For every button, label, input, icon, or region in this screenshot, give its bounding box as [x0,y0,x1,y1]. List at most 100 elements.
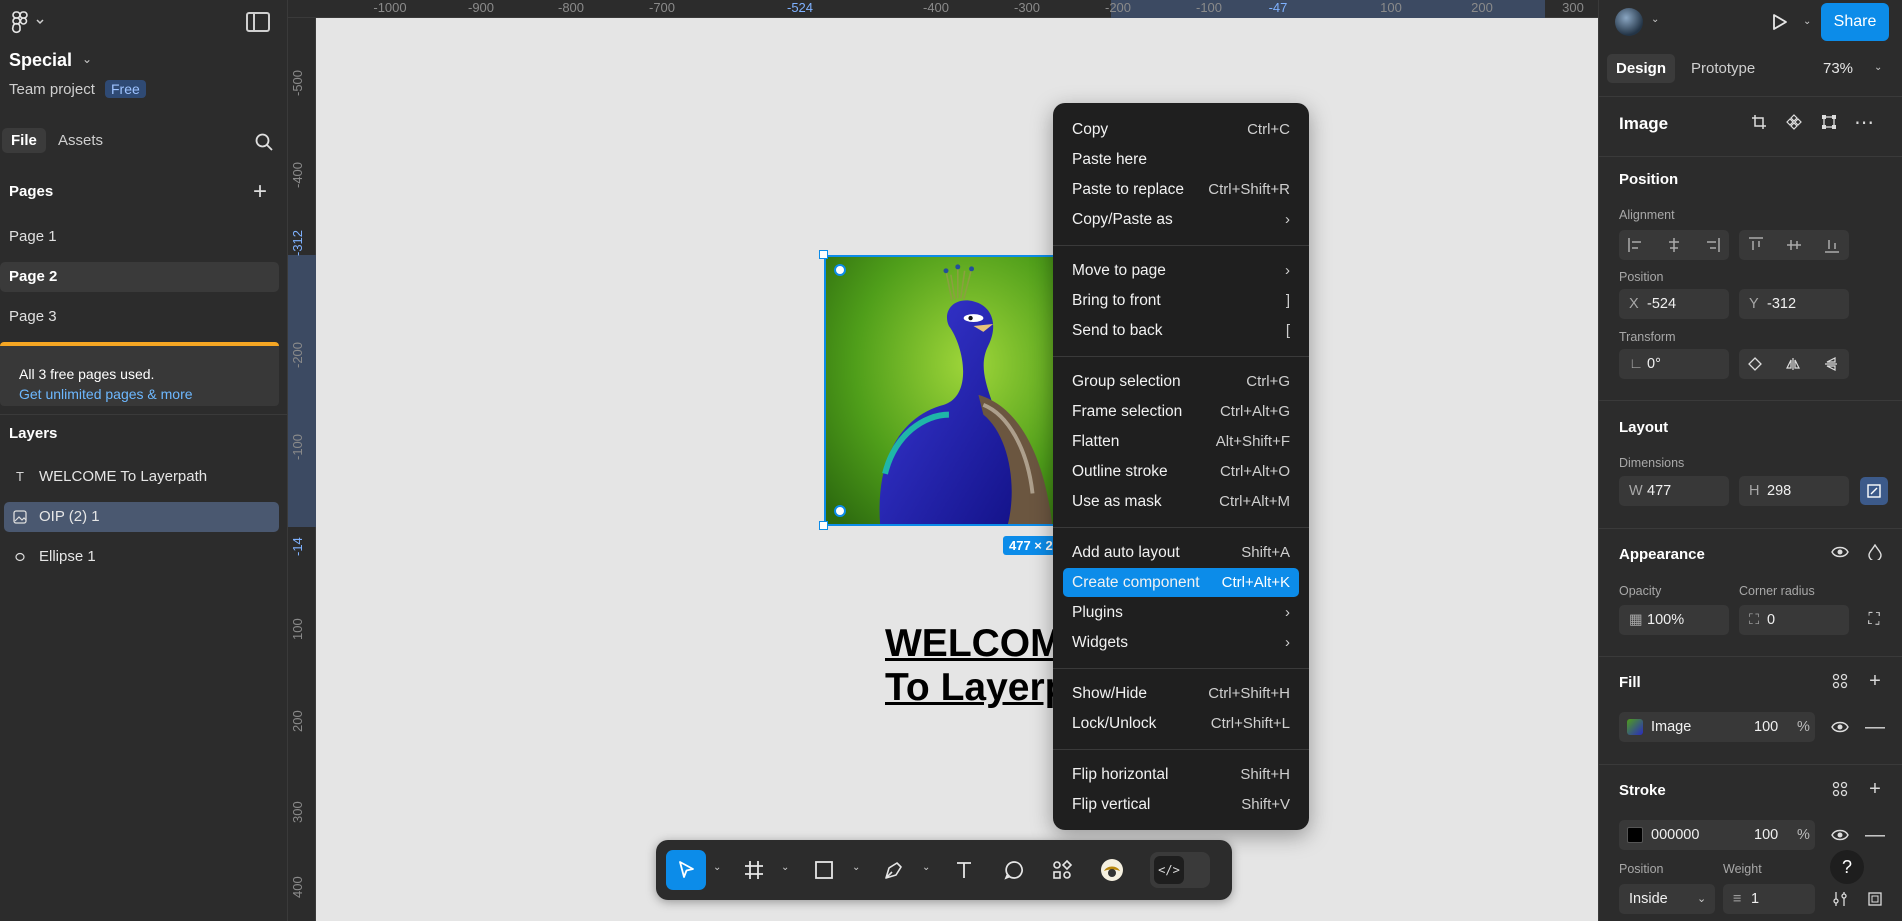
width-field[interactable]: W 477 [1619,476,1729,506]
add-fill-icon[interactable]: + [1861,667,1889,695]
chevron-down-icon[interactable]: ⌄ [781,862,789,873]
file-name[interactable]: Special [9,50,72,71]
menu-item-create-component[interactable]: Create component Ctrl+Alt+K [1063,568,1299,597]
color-swatch[interactable] [1627,827,1643,843]
zoom-level[interactable]: 73% [1823,60,1853,77]
align-middle-icon[interactable] [1785,236,1803,254]
eye-icon[interactable] [1826,713,1854,741]
menu-item-frame-selection[interactable]: Frame selection Ctrl+Alt+G [1063,397,1299,426]
remove-stroke-icon[interactable]: — [1861,821,1889,849]
corner-radius-handle[interactable] [834,505,846,517]
menu-item-send-to-back[interactable]: Send to back [ [1063,316,1299,345]
align-right-icon[interactable] [1703,236,1721,254]
menu-item-paste-to-replace[interactable]: Paste to replace Ctrl+Shift+R [1063,175,1299,204]
text-tool-button[interactable] [944,850,984,890]
add-stroke-icon[interactable]: + [1861,775,1889,803]
rotation-field[interactable]: ∟ 0° [1619,349,1729,379]
page-item-active[interactable]: Page 2 [0,262,279,292]
menu-item-outline-stroke[interactable]: Outline stroke Ctrl+Alt+O [1063,457,1299,486]
chevron-down-icon[interactable]: ⌄ [1651,14,1659,25]
stroke-position-select[interactable]: Inside ⌄ [1619,884,1715,914]
resize-handle-bottom-left[interactable] [819,521,828,530]
page-item[interactable]: Page 3 [0,302,279,332]
corner-radius-field[interactable]: ⛶ 0 [1739,605,1849,635]
menu-item-copy-paste-as[interactable]: Copy/Paste as › [1063,205,1299,234]
align-center-icon[interactable] [1665,236,1683,254]
flip-horizontal-icon[interactable] [1779,350,1807,378]
y-position-field[interactable]: Y -312 [1739,289,1849,319]
main-menu-button[interactable] [10,10,50,34]
menu-item-widgets[interactable]: Widgets › [1063,628,1299,657]
constrain-proportions-icon[interactable] [1860,477,1888,505]
menu-item-lock-unlock[interactable]: Lock/Unlock Ctrl+Shift+L [1063,709,1299,738]
menu-item-paste-here[interactable]: Paste here [1063,145,1299,174]
share-button[interactable]: Share [1821,3,1889,41]
x-position-field[interactable]: X -524 [1619,289,1729,319]
menu-item-plugins[interactable]: Plugins › [1063,598,1299,627]
help-button[interactable]: ? [1830,850,1864,884]
page-item[interactable]: Page 1 [0,222,279,252]
align-top-icon[interactable] [1747,236,1765,254]
stroke-settings-icon[interactable] [1826,885,1854,913]
fill-opacity[interactable]: 100 [1754,712,1778,742]
tab-file[interactable]: File [2,128,46,153]
chevron-down-icon[interactable]: ⌄ [922,862,930,873]
toggle-sidebar-icon[interactable] [246,12,270,32]
menu-item-move-to-page[interactable]: Move to page › [1063,256,1299,285]
stroke-color[interactable]: 000000 [1651,820,1699,850]
remove-fill-icon[interactable]: — [1861,713,1889,741]
resize-handle-top-left[interactable] [819,250,828,259]
frame-tool-button[interactable] [734,850,774,890]
eye-icon[interactable] [1826,821,1854,849]
rotate-icon[interactable] [1741,350,1769,378]
fill-row[interactable]: Image 100 % [1619,712,1815,742]
stroke-opacity[interactable]: 100 [1754,820,1778,850]
chevron-down-icon[interactable]: ⌄ [713,862,721,873]
menu-item-use-as-mask[interactable]: Use as mask Ctrl+Alt+M [1063,487,1299,516]
height-field[interactable]: H 298 [1739,476,1849,506]
menu-item-flatten[interactable]: Flatten Alt+Shift+F [1063,427,1299,456]
chevron-down-icon[interactable]: ⌄ [852,862,860,873]
layer-item-image[interactable]: OIP (2) 1 [4,502,279,532]
menu-item-bring-to-front[interactable]: Bring to front] [1063,286,1299,315]
search-icon[interactable] [254,132,274,152]
layer-item-text[interactable]: T WELCOME To Layerpath [4,462,279,492]
pen-tool-button[interactable] [874,850,914,890]
layer-item-ellipse[interactable]: Ellipse 1 [4,542,279,572]
styles-grid-icon[interactable] [1826,775,1854,803]
chevron-down-icon[interactable]: ⌄ [1874,62,1882,73]
menu-item-show-hide[interactable]: Show/Hide Ctrl+Shift+H [1063,679,1299,708]
more-options-icon[interactable]: ⋯ [1850,108,1878,136]
move-tool-button[interactable] [666,850,706,890]
corner-radius-handle[interactable] [834,264,846,276]
stroke-sides-icon[interactable] [1861,885,1889,913]
plan-badge[interactable]: Free [105,80,146,98]
styles-grid-icon[interactable] [1826,667,1854,695]
align-left-icon[interactable] [1627,236,1645,254]
user-avatar[interactable] [1615,8,1643,36]
selected-image[interactable] [824,255,1066,526]
chevron-down-icon[interactable]: ⌄ [1803,16,1811,27]
upgrade-link[interactable]: Get unlimited pages & more [19,386,193,402]
blend-drop-icon[interactable] [1861,538,1889,566]
tab-prototype[interactable]: Prototype [1691,60,1755,77]
vector-edit-icon[interactable] [1815,108,1843,136]
present-play-icon[interactable] [1769,12,1789,36]
independent-corners-icon[interactable]: ⛶ [1860,606,1888,634]
eye-icon[interactable] [1826,538,1854,566]
menu-item-add-auto-layout[interactable]: Add auto layout Shift+A [1063,538,1299,567]
menu-item-group-selection[interactable]: Group selection Ctrl+G [1063,367,1299,396]
align-bottom-icon[interactable] [1823,236,1841,254]
actions-tool-button[interactable] [1042,850,1082,890]
add-page-icon[interactable]: + [253,178,267,206]
welcome-text-layer[interactable]: WELCOME To Layerpath [885,622,1055,710]
crop-icon[interactable] [1745,108,1773,136]
tab-assets[interactable]: Assets [58,132,103,149]
opacity-field[interactable]: ▦ 100% [1619,605,1729,635]
component-icon[interactable] [1780,108,1808,136]
menu-item-copy[interactable]: Copy Ctrl+C [1063,115,1299,144]
menu-item-flip-vertical[interactable]: Flip vertical Shift+V [1063,790,1299,819]
stroke-weight-field[interactable]: ≡ 1 [1723,884,1815,914]
tab-design[interactable]: Design [1607,54,1676,83]
plugin-tool-button[interactable] [1092,850,1132,890]
